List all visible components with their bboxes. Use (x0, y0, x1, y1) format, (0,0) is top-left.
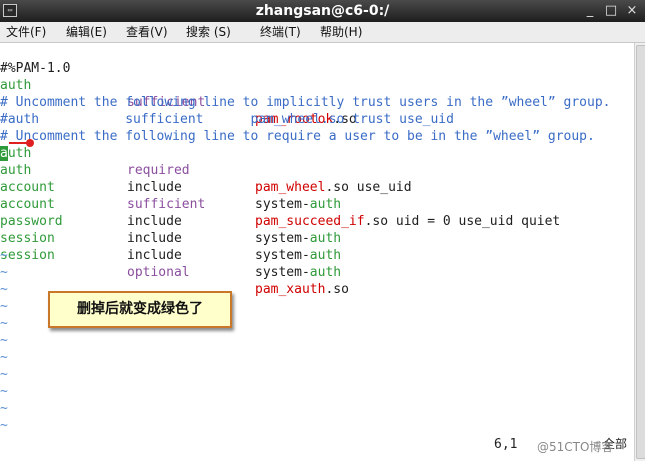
comment-line: # Uncomment the following line to requir… (0, 129, 595, 144)
editor-line: auth include system-auth (0, 145, 341, 212)
empty-line-tilde: ~ (0, 333, 8, 348)
pam-control: include (127, 248, 182, 263)
watermark: @51CTO博客 (537, 440, 614, 454)
scrollbar-thumb[interactable] (636, 45, 645, 459)
pam-args: uid = 0 use_uid quiet (388, 214, 561, 229)
pam-module-prefix: system- (255, 265, 310, 280)
editor-line: # Uncomment the following line to implic… (0, 77, 610, 110)
maximize-button[interactable]: □ (603, 3, 619, 19)
terminal-editor[interactable]: #%PAM-1.0 auth sufficient pam_rootok.so … (0, 43, 634, 461)
pam-module-prefix: system- (255, 248, 310, 263)
close-button[interactable]: × (624, 3, 640, 19)
pam-control: sufficient (127, 197, 206, 212)
annotation-arrow-dot (26, 139, 34, 147)
empty-line-tilde: ~ (0, 248, 8, 263)
editor-line: account include system-auth (0, 179, 341, 246)
menu-terminal[interactable]: 终端(T) (260, 22, 301, 42)
empty-line-tilde: ~ (0, 401, 8, 416)
pam-module-suffix: auth (309, 231, 342, 246)
menu-help[interactable]: 帮助(H) (320, 22, 362, 42)
empty-line-tilde: ~ (0, 350, 8, 365)
empty-line-tilde: ~ (0, 282, 8, 297)
pam-module-prefix: system- (255, 231, 310, 246)
pam-module-ext: .so (325, 282, 349, 297)
editor-line: session include system-auth (0, 213, 341, 280)
cursor-position: 6,1 (494, 437, 518, 452)
empty-line-tilde: ~ (0, 299, 8, 314)
pam-module-suffix: auth (309, 197, 342, 212)
pam-module-ext: .so (364, 214, 389, 229)
empty-line-tilde: ~ (0, 316, 8, 331)
pam-module-prefix: system- (255, 197, 310, 212)
pam-module: pam_xauth (255, 282, 326, 297)
pam-module: pam_wheel (255, 180, 326, 195)
menu-bar: 文件(F) 编辑(E) 查看(V) 搜索 (S) 终端(T) 帮助(H) (0, 22, 645, 43)
empty-line-tilde: ~ (0, 384, 8, 399)
pam-args: use_uid (348, 180, 412, 195)
editor-line: password include system-auth (0, 196, 341, 263)
empty-line-tilde: ~ (0, 265, 8, 280)
pam-control: include (127, 231, 182, 246)
empty-line-tilde: ~ (0, 418, 8, 433)
pam-type: session (0, 248, 55, 263)
menu-view[interactable]: 查看(V) (126, 22, 168, 42)
editor-line: # Uncomment the following line to requir… (0, 111, 595, 144)
pam-module-suffix: auth (309, 248, 342, 263)
annotation-callout: 删掉后就变成绿色了 (48, 291, 232, 328)
empty-line-tilde: ~ (0, 367, 8, 382)
menu-search[interactable]: 搜索 (S) (186, 22, 231, 42)
comment-line: # Uncomment the following line to implic… (0, 95, 611, 110)
pam-module: pam_succeed_if (255, 214, 365, 229)
editor-line: #auth sufficient pam_wheel.so trust use_… (0, 94, 454, 127)
pam-module-ext: .so (325, 180, 349, 195)
minimize-button[interactable]: _ (582, 3, 598, 19)
editor-line: session optional pam_xauth.so (0, 230, 349, 297)
comment-line: #auth sufficient pam_wheel.so trust use_… (0, 112, 454, 127)
menu-file[interactable]: 文件(F) (6, 22, 46, 42)
editor-line: account sufficient pam_succeed_if.so uid… (0, 162, 560, 229)
menu-edit[interactable]: 编辑(E) (66, 22, 107, 42)
editor-line: #%PAM-1.0 (0, 43, 70, 76)
editor-line: auth sufficient pam_rootok.so (0, 60, 357, 127)
pam-control: include (127, 180, 182, 195)
pam-module-suffix: auth (309, 265, 342, 280)
vertical-scrollbar[interactable] (634, 43, 645, 461)
pam-control: include (127, 214, 182, 229)
pam-control: optional (127, 265, 190, 280)
title-bar: ▭ zhangsan@c6-0:/ _ □ × (0, 0, 645, 22)
window-title: zhangsan@c6-0:/ (255, 3, 390, 19)
pam-control: required (127, 163, 190, 178)
